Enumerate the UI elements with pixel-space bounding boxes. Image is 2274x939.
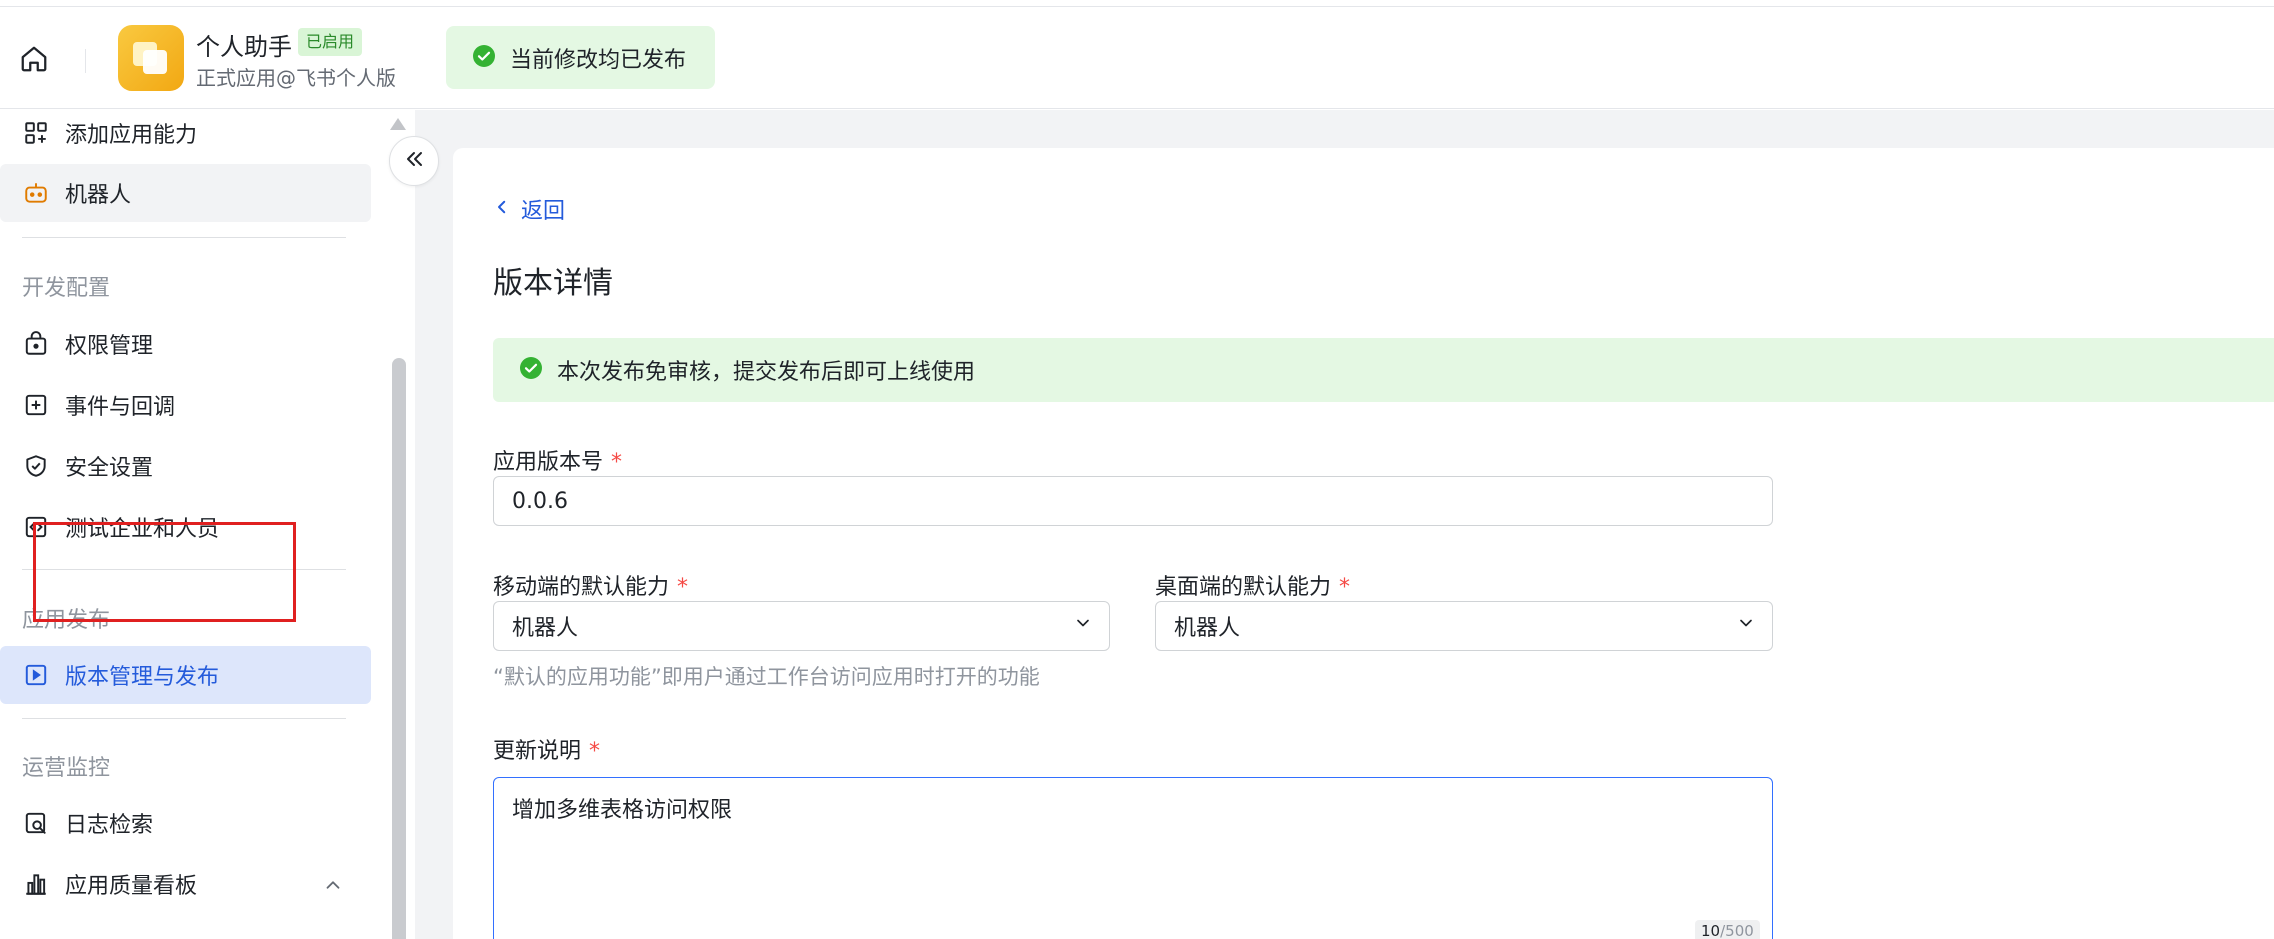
home-button[interactable] xyxy=(14,41,54,81)
version-input-value: 0.0.6 xyxy=(512,488,568,514)
character-count: 10 xyxy=(1701,922,1721,939)
character-counter: 10/500 xyxy=(1695,920,1760,939)
sidebar-item-add-capability[interactable]: 添加应用能力 xyxy=(0,104,371,162)
sidebar-divider xyxy=(22,237,346,238)
check-circle-icon xyxy=(472,44,496,72)
lock-icon xyxy=(22,330,50,358)
sidebar-item-label: 版本管理与发布 xyxy=(65,665,220,690)
home-icon xyxy=(19,44,49,78)
version-label-text: 应用版本号 xyxy=(493,450,604,475)
desktop-default-value: 机器人 xyxy=(1174,616,1241,641)
update-notes-textarea[interactable]: 增加多维表格访问权限 xyxy=(493,777,1773,939)
sidebar-item-label: 日志检索 xyxy=(65,813,154,838)
robot-icon xyxy=(22,179,50,207)
sidebar-item-label: 事件与回调 xyxy=(65,395,176,420)
default-capability-hint: “默认的应用功能”即用户通过工作台访问应用时打开的功能 xyxy=(493,665,1040,689)
chevrons-left-icon xyxy=(402,147,426,175)
sidebar-item-label: 安全设置 xyxy=(65,456,154,481)
required-mark: * xyxy=(611,450,623,475)
notice-text: 本次发布免审核，提交发布后即可上线使用 xyxy=(557,360,976,385)
desktop-default-label-text: 桌面端的默认能力 xyxy=(1155,575,1332,600)
app-name: 个人助手 xyxy=(196,33,292,61)
app-logo xyxy=(118,25,184,91)
shield-icon xyxy=(22,452,50,480)
sidebar-scrollbar[interactable] xyxy=(392,358,406,939)
app-header: 个人助手 已启用 正式应用@飞书个人版 当前修改均已发布 xyxy=(0,7,2274,109)
highlight-box xyxy=(33,522,296,622)
event-add-icon xyxy=(22,391,50,419)
sidebar-item-security[interactable]: 安全设置 xyxy=(0,437,371,495)
mobile-default-select[interactable]: 机器人 xyxy=(493,601,1110,651)
sidebar-item-quality-dashboard[interactable]: 应用质量看板 xyxy=(0,855,371,913)
chevron-down-icon xyxy=(1073,613,1093,639)
chevron-down-icon xyxy=(1736,613,1756,639)
back-label: 返回 xyxy=(521,199,566,224)
sidebar-item-label: 权限管理 xyxy=(65,334,154,359)
back-link[interactable]: 返回 xyxy=(493,193,565,225)
chevron-up-icon[interactable] xyxy=(322,874,344,900)
publish-status-banner: 当前修改均已发布 xyxy=(446,26,715,89)
update-notes-label: 更新说明 * xyxy=(493,733,600,765)
bar-chart-icon xyxy=(22,870,50,898)
sidebar-divider xyxy=(22,718,346,719)
desktop-default-label: 桌面端的默认能力 * xyxy=(1155,569,1350,601)
sidebar-item-label: 添加应用能力 xyxy=(65,123,198,148)
required-mark: * xyxy=(677,575,689,600)
log-search-icon xyxy=(22,809,50,837)
required-mark: * xyxy=(1339,575,1351,600)
app-subtitle: 正式应用@飞书个人版 xyxy=(196,66,396,90)
desktop-default-select[interactable]: 机器人 xyxy=(1155,601,1773,651)
version-input[interactable]: 0.0.6 xyxy=(493,476,1773,526)
collapse-sidebar-button[interactable] xyxy=(389,136,439,186)
sidebar-item-robot[interactable]: 机器人 xyxy=(0,164,371,222)
sidebar-item-label: 机器人 xyxy=(65,183,132,208)
sidebar-item-permissions[interactable]: 权限管理 xyxy=(0,315,371,373)
required-mark: * xyxy=(589,739,601,764)
mobile-default-label: 移动端的默认能力 * xyxy=(493,569,688,601)
page-title: 版本详情 xyxy=(493,266,613,301)
sidebar-item-version-management[interactable]: 版本管理与发布 xyxy=(0,646,371,704)
mobile-default-value: 机器人 xyxy=(512,616,579,641)
sidebar-item-label: 应用质量看板 xyxy=(65,874,198,899)
sidebar-item-events[interactable]: 事件与回调 xyxy=(0,376,371,434)
version-icon xyxy=(22,661,50,689)
sidebar-group-title: 运营监控 xyxy=(22,756,111,781)
update-notes-label-text: 更新说明 xyxy=(493,739,582,764)
sidebar-group-title: 开发配置 xyxy=(22,276,111,301)
header-divider xyxy=(85,49,86,73)
review-free-notice: 本次发布免审核，提交发布后即可上线使用 xyxy=(493,338,2274,402)
sidebar-scroll-up-arrow[interactable] xyxy=(390,118,406,130)
character-max: /500 xyxy=(1720,922,1754,939)
mobile-default-label-text: 移动端的默认能力 xyxy=(493,575,670,600)
update-notes-value: 增加多维表格访问权限 xyxy=(512,798,733,823)
top-strip xyxy=(0,0,2274,7)
publish-status-text: 当前修改均已发布 xyxy=(510,47,687,73)
app-status-badge: 已启用 xyxy=(298,28,363,56)
chevron-left-icon xyxy=(493,198,511,220)
grid-add-icon xyxy=(22,119,50,147)
sidebar-item-log-search[interactable]: 日志检索 xyxy=(0,794,371,852)
version-label: 应用版本号 * xyxy=(493,444,622,476)
check-circle-icon xyxy=(519,356,543,384)
